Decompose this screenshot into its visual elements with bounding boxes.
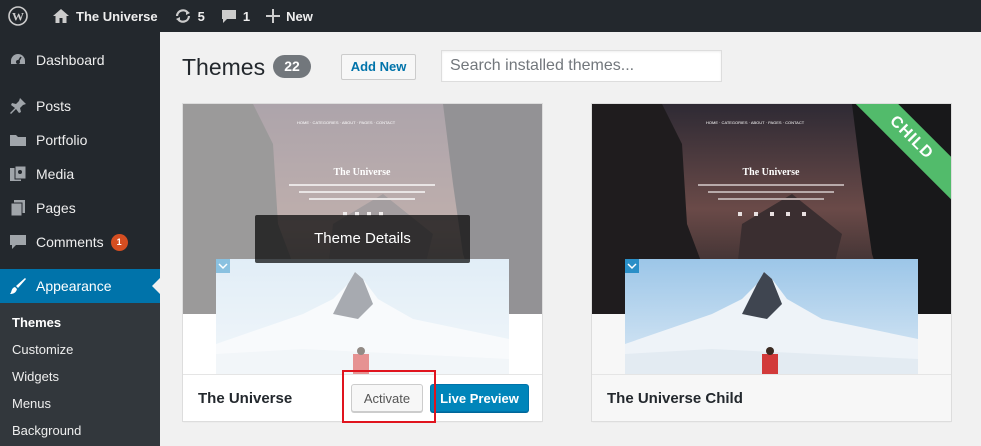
admin-bar: W The Universe 5 1 New [0, 0, 981, 32]
theme-name: The Universe [198, 390, 293, 407]
theme-footer: The Universe Child [592, 374, 951, 421]
sidebar-item-portfolio[interactable]: Portfolio [0, 123, 160, 157]
sidebar-item-label: Portfolio [36, 132, 88, 148]
comments-link[interactable]: 1 [213, 0, 258, 32]
theme-card-the-universe[interactable]: HOME · CATEGORIES · ABOUT · PAGES · CONT… [182, 103, 543, 422]
svg-text:HOME · CATEGORIES · ABOUT: HOME · CATEGORIES · ABOUT · PAGES · CONT… [706, 120, 805, 125]
submenu-item-widgets[interactable]: Widgets [0, 363, 160, 390]
plus-icon [266, 9, 281, 23]
wordpress-logo-icon: W [8, 6, 28, 26]
comment-icon [221, 10, 236, 23]
comments-badge: 1 [110, 233, 128, 251]
pages-icon [10, 200, 25, 217]
wp-logo-button[interactable]: W [0, 0, 44, 32]
media-icon [10, 165, 27, 181]
refresh-icon [175, 9, 190, 23]
sidebar-item-appearance[interactable]: Appearance [0, 269, 160, 303]
appearance-submenu: Themes Customize Widgets Menus Backgroun… [0, 303, 160, 446]
sidebar-item-media[interactable]: Media [0, 157, 160, 191]
folder-icon [10, 135, 26, 146]
updates-count: 5 [197, 8, 205, 24]
sidebar-item-dashboard[interactable]: Dashboard [0, 43, 160, 77]
sidebar-item-label: Comments [36, 234, 104, 250]
theme-screenshot[interactable]: HOME · CATEGORIES · ABOUT · PAGES · CONT… [183, 104, 542, 374]
activate-button[interactable]: Activate [351, 384, 423, 412]
dashboard-icon [11, 54, 25, 64]
submenu-item-menus[interactable]: Menus [0, 390, 160, 417]
add-new-button[interactable]: Add New [341, 54, 416, 80]
admin-sidebar: Dashboard Posts Portfolio Media Pages Co… [0, 32, 160, 446]
site-name: The Universe [76, 8, 158, 24]
comment-icon [10, 235, 26, 249]
pin-icon [10, 98, 26, 114]
theme-card-the-universe-child[interactable]: HOME · CATEGORIES · ABOUT · PAGES · CONT… [591, 103, 952, 422]
home-icon [53, 9, 69, 23]
new-content-link[interactable]: New [258, 0, 321, 32]
sidebar-item-pages[interactable]: Pages [0, 191, 160, 225]
new-label: New [286, 8, 313, 24]
sidebar-item-label: Dashboard [36, 52, 105, 68]
sidebar-item-label: Pages [36, 200, 76, 216]
child-ribbon: CHILD [842, 104, 951, 213]
theme-details-button[interactable]: Theme Details [255, 215, 470, 263]
sidebar-item-label: Appearance [36, 278, 112, 294]
sidebar-item-label: Media [36, 166, 75, 182]
comments-count: 1 [242, 8, 251, 24]
updates-link[interactable]: 5 [166, 0, 213, 32]
sidebar-item-label: Posts [36, 98, 72, 114]
search-input[interactable] [441, 50, 722, 82]
preview-title: The Universe [743, 167, 801, 178]
theme-screenshot[interactable]: HOME · CATEGORIES · ABOUT · PAGES · CONT… [592, 104, 951, 374]
submenu-item-themes[interactable]: Themes [0, 309, 160, 336]
sidebar-item-comments[interactable]: Comments 1 [0, 225, 160, 259]
theme-footer: The Universe Activate Live Preview [183, 374, 542, 421]
theme-count-badge: 22 [273, 55, 311, 78]
theme-name: The Universe Child [607, 390, 743, 407]
submenu-item-customize[interactable]: Customize [0, 336, 160, 363]
submenu-item-background[interactable]: Background [0, 417, 160, 444]
child-ribbon-label: CHILD [847, 104, 951, 202]
page-title: Themes [182, 54, 266, 80]
svg-text:W: W [12, 10, 24, 24]
live-preview-button[interactable]: Live Preview [430, 384, 529, 412]
site-name-link[interactable]: The Universe [44, 0, 166, 32]
brush-icon [10, 278, 26, 294]
sidebar-item-posts[interactable]: Posts [0, 89, 160, 123]
